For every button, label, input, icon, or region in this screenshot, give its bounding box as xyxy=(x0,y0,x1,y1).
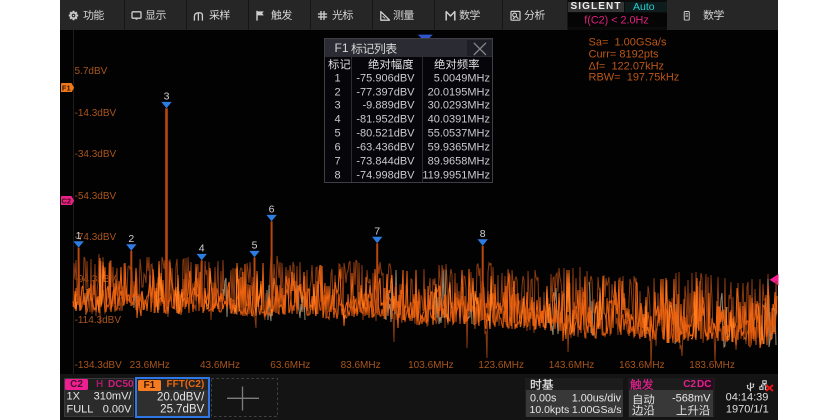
svg-text:2: 2 xyxy=(128,233,134,245)
svg-text:3: 3 xyxy=(164,91,170,103)
svg-text:6: 6 xyxy=(269,204,275,216)
svg-text:7: 7 xyxy=(374,226,380,238)
svg-text:1: 1 xyxy=(76,230,82,242)
svg-text:4: 4 xyxy=(199,243,205,255)
svg-text:5: 5 xyxy=(252,240,258,252)
svg-text:8: 8 xyxy=(480,228,486,240)
